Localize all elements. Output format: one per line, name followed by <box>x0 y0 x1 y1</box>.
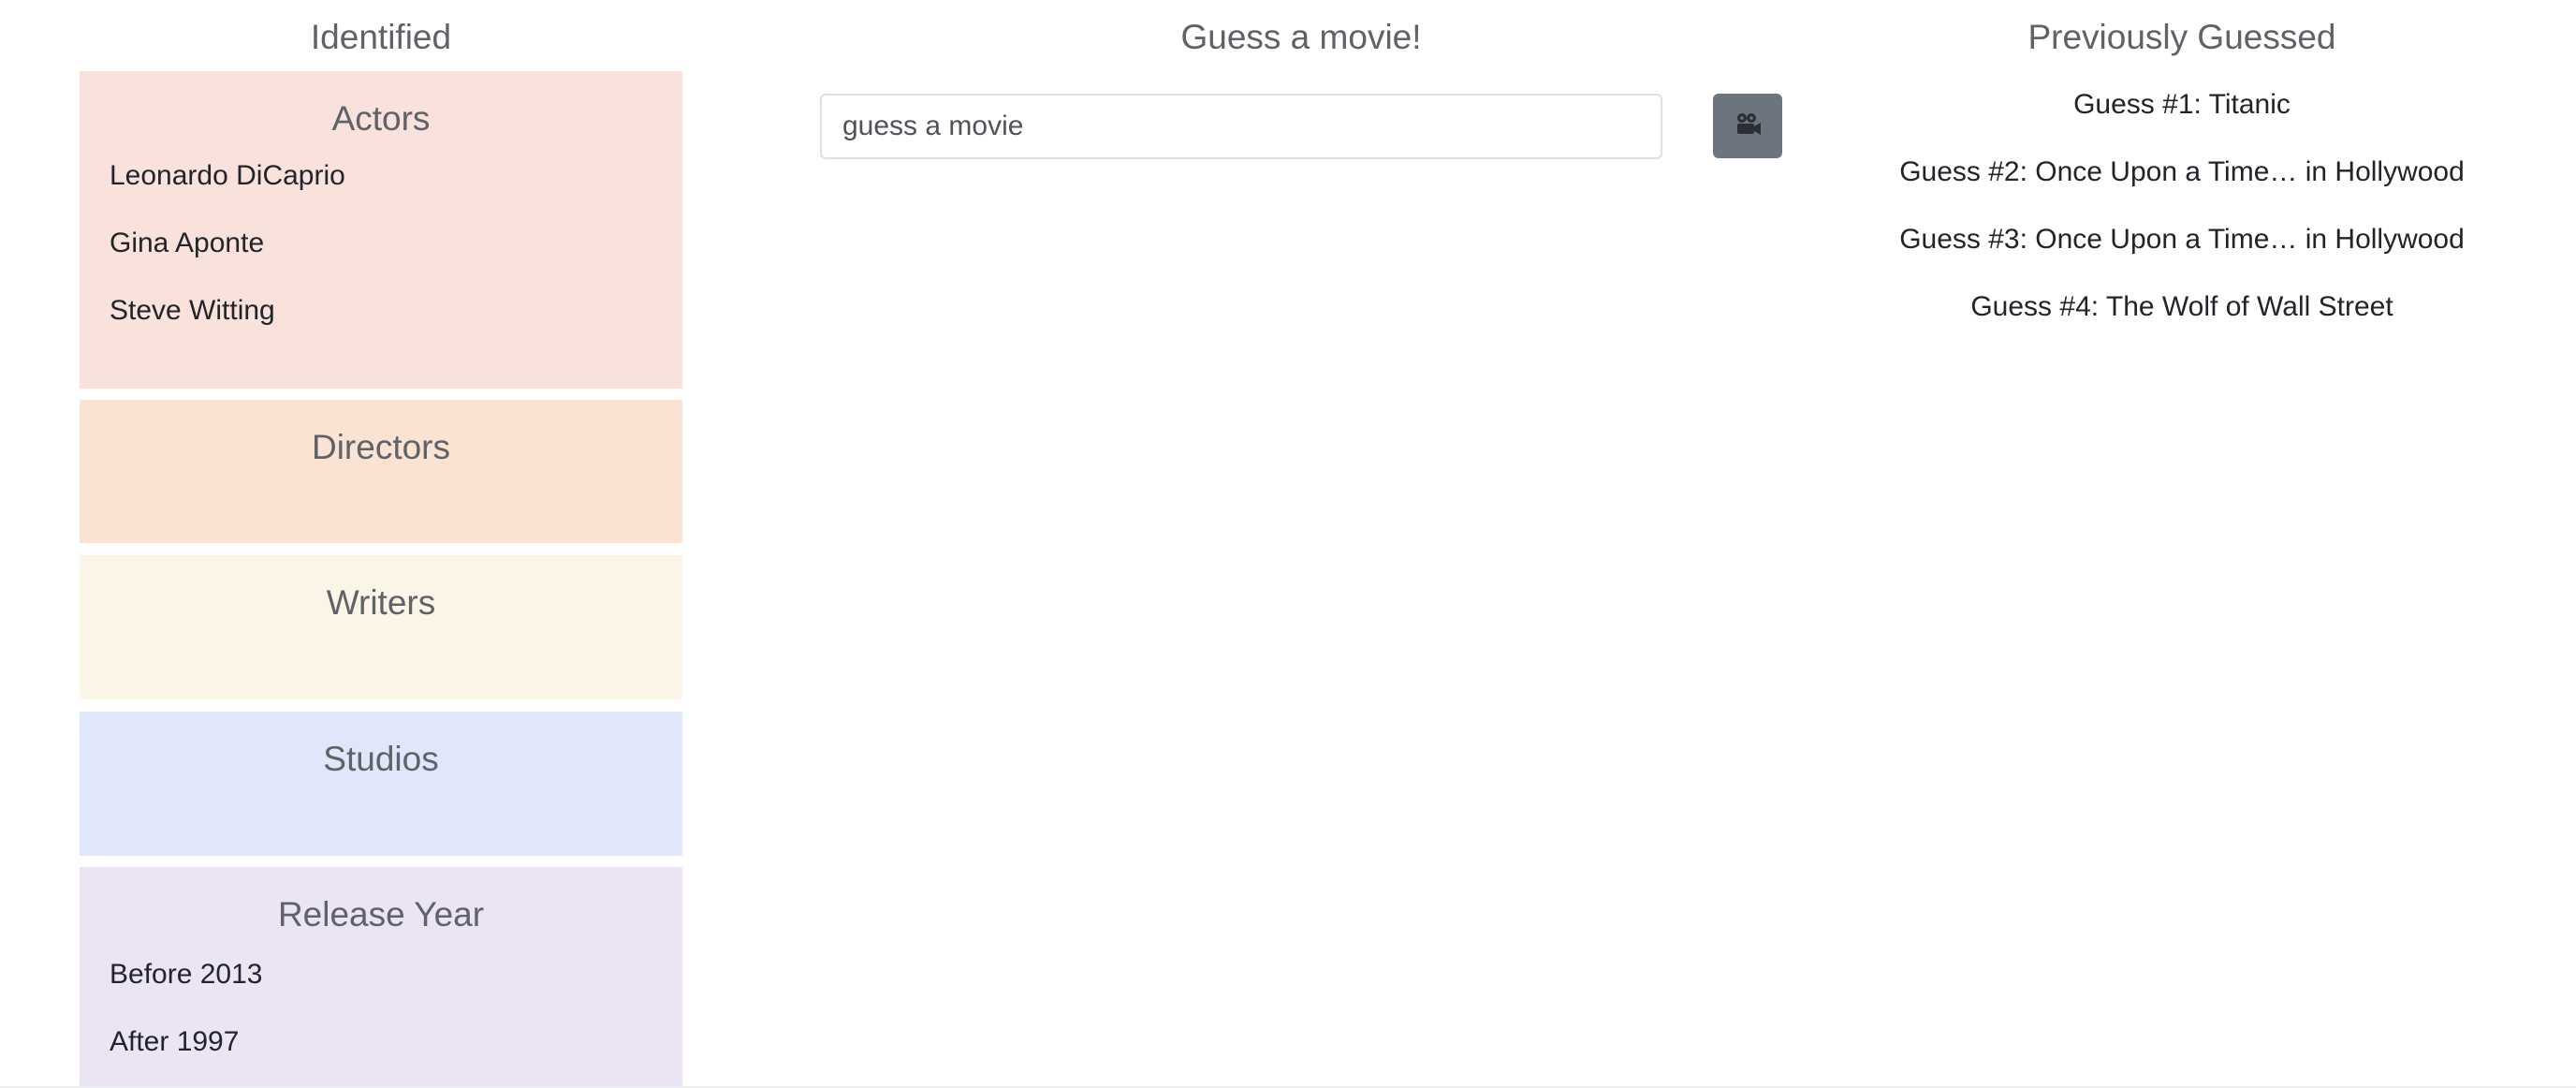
movie-search-input[interactable] <box>820 94 1662 159</box>
guess-form <box>820 94 1782 159</box>
guess-history-item: Guess #3: Once Upon a Time… in Hollywood <box>1899 224 2465 255</box>
movie-camera-icon <box>1734 112 1762 140</box>
directors-title: Directors <box>311 428 451 466</box>
writers-title: Writers <box>326 583 436 622</box>
submit-guess-button[interactable] <box>1713 94 1782 158</box>
guess-heading: Guess a movie! <box>1180 18 1422 56</box>
guess-history-item: Guess #1: Titanic <box>2073 89 2291 120</box>
release-year-item: Before 2013 <box>110 959 263 990</box>
actor-item: Steve Witting <box>110 295 275 326</box>
writers-panel: Writers <box>80 555 682 699</box>
actor-item: Leonardo DiCaprio <box>110 160 345 191</box>
studios-panel: Studios <box>80 712 682 856</box>
actors-title: Actors <box>331 99 431 138</box>
directors-panel: Directors <box>80 400 682 543</box>
release-year-item: After 1997 <box>110 1026 240 1057</box>
release-year-title: Release Year <box>277 895 485 934</box>
release-year-panel: Release Year Before 2013 After 1997 <box>80 867 682 1088</box>
studios-title: Studios <box>323 740 439 778</box>
guess-history-item: Guess #2: Once Upon a Time… in Hollywood <box>1899 156 2465 187</box>
actor-item: Gina Aponte <box>110 228 265 258</box>
guess-column: Guess a movie! <box>820 0 1782 159</box>
actors-panel: Actors Leonardo DiCaprio Gina Aponte Ste… <box>80 71 682 389</box>
guess-history-item: Guess #4: The Wolf of Wall Street <box>1970 291 2393 322</box>
identified-heading: Identified <box>310 18 452 56</box>
identified-column: Identified Actors Leonardo DiCaprio Gina… <box>80 0 682 1088</box>
previously-guessed-heading: Previously Guessed <box>2027 18 2336 56</box>
previously-guessed-column: Previously Guessed Guess #1: Titanic Gue… <box>1863 0 2501 321</box>
